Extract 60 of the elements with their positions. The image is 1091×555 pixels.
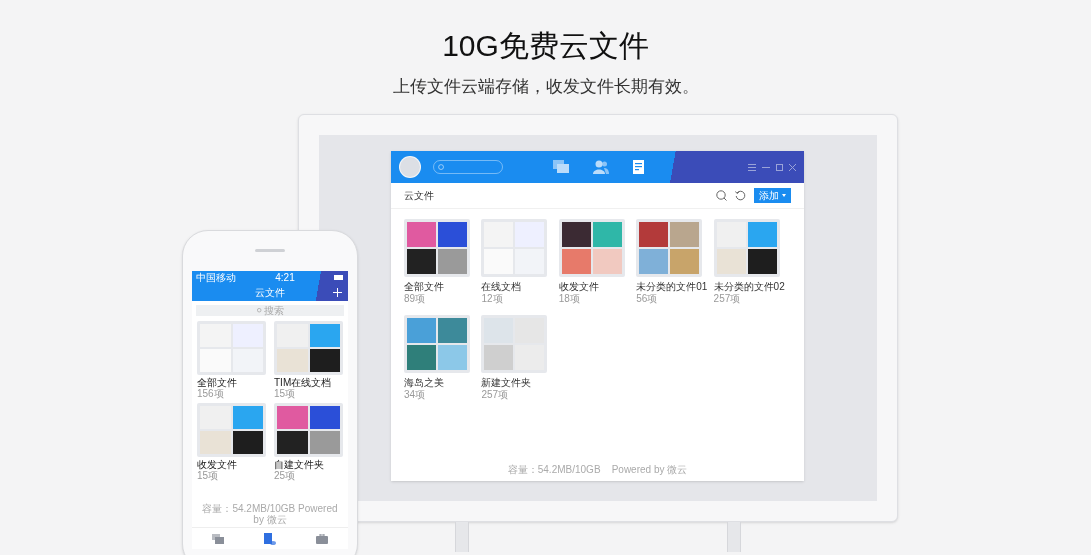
item-count: 257项: [713, 293, 742, 305]
search-icon: [256, 308, 262, 313]
storage-footer: 容量：54.2MB/10GB Powered by 微云: [198, 503, 342, 525]
briefcase-icon[interactable]: [316, 533, 328, 544]
folder-thumbnail: [404, 315, 470, 373]
contacts-icon[interactable]: [593, 160, 609, 174]
page-subtitle: 上传文件云端存储，收发文件长期有效。: [392, 76, 699, 98]
phone-speaker: [255, 249, 285, 252]
toolbar-title: 云文件: [404, 189, 434, 203]
folder-thumbnail: [274, 403, 343, 457]
folder-thumbnail: [197, 403, 266, 457]
item-count: 257项: [481, 389, 510, 401]
plus-icon[interactable]: [333, 287, 342, 297]
item-count: 34项: [404, 389, 427, 401]
folder-thumbnail: [636, 219, 703, 277]
search-icon[interactable]: [716, 190, 727, 201]
minimize-icon[interactable]: [762, 166, 770, 168]
item-count: 15项: [197, 470, 220, 481]
item-count: 89项: [404, 293, 427, 305]
folder-name[interactable]: 收发文件: [558, 281, 629, 293]
document-cloud-icon[interactable]: [264, 532, 276, 545]
item-count: 56项: [636, 293, 659, 305]
document-icon[interactable]: [633, 159, 646, 175]
chat-icon[interactable]: [212, 533, 224, 544]
page-title: 10G免费云文件: [442, 28, 649, 64]
battery-icon: [334, 274, 344, 280]
folder-thumbnail: [404, 219, 470, 277]
folder-name[interactable]: 海岛之美: [404, 377, 474, 389]
clock: 4:21: [275, 271, 295, 283]
folder-name[interactable]: 未分类的文件02: [713, 281, 784, 293]
carrier-label: 中国移动: [196, 271, 236, 283]
folder-name[interactable]: 全部文件: [404, 281, 474, 293]
menu-icon[interactable]: [748, 163, 756, 171]
item-count: 18项: [558, 293, 581, 305]
item-count: 25项: [274, 470, 297, 481]
chat-icon[interactable]: [553, 160, 569, 174]
storage-footer: 容量：54.2MB/10GB Powered by 微云: [507, 462, 688, 477]
folder-name[interactable]: 收发文件: [197, 459, 266, 470]
folder-thumbnail: [558, 219, 625, 277]
close-icon[interactable]: [789, 163, 796, 171]
refresh-icon[interactable]: [735, 190, 746, 201]
folder-thumbnail: [274, 321, 343, 375]
item-count: 15项: [274, 388, 297, 399]
folder-name[interactable]: 全部文件: [197, 377, 266, 388]
caret-icon: [782, 194, 786, 197]
folder-thumbnail: [481, 219, 548, 277]
folder-name[interactable]: 新建文件夹: [481, 377, 552, 389]
maximize-icon[interactable]: [776, 163, 783, 171]
item-count: 12项: [481, 293, 504, 305]
item-count: 156项: [197, 388, 225, 399]
folder-thumbnail: [481, 315, 548, 373]
folder-name[interactable]: 自建文件夹: [274, 459, 343, 470]
avatar[interactable]: [399, 156, 421, 178]
search-icon: [438, 163, 445, 171]
folder-thumbnail: [197, 321, 266, 375]
folder-name[interactable]: TIM在线文档: [274, 377, 343, 388]
folder-name[interactable]: 未分类的文件01: [636, 281, 707, 293]
phone-title: 云文件: [255, 285, 285, 300]
folder-thumbnail: [713, 219, 780, 277]
folder-name[interactable]: 在线文档: [481, 281, 552, 293]
